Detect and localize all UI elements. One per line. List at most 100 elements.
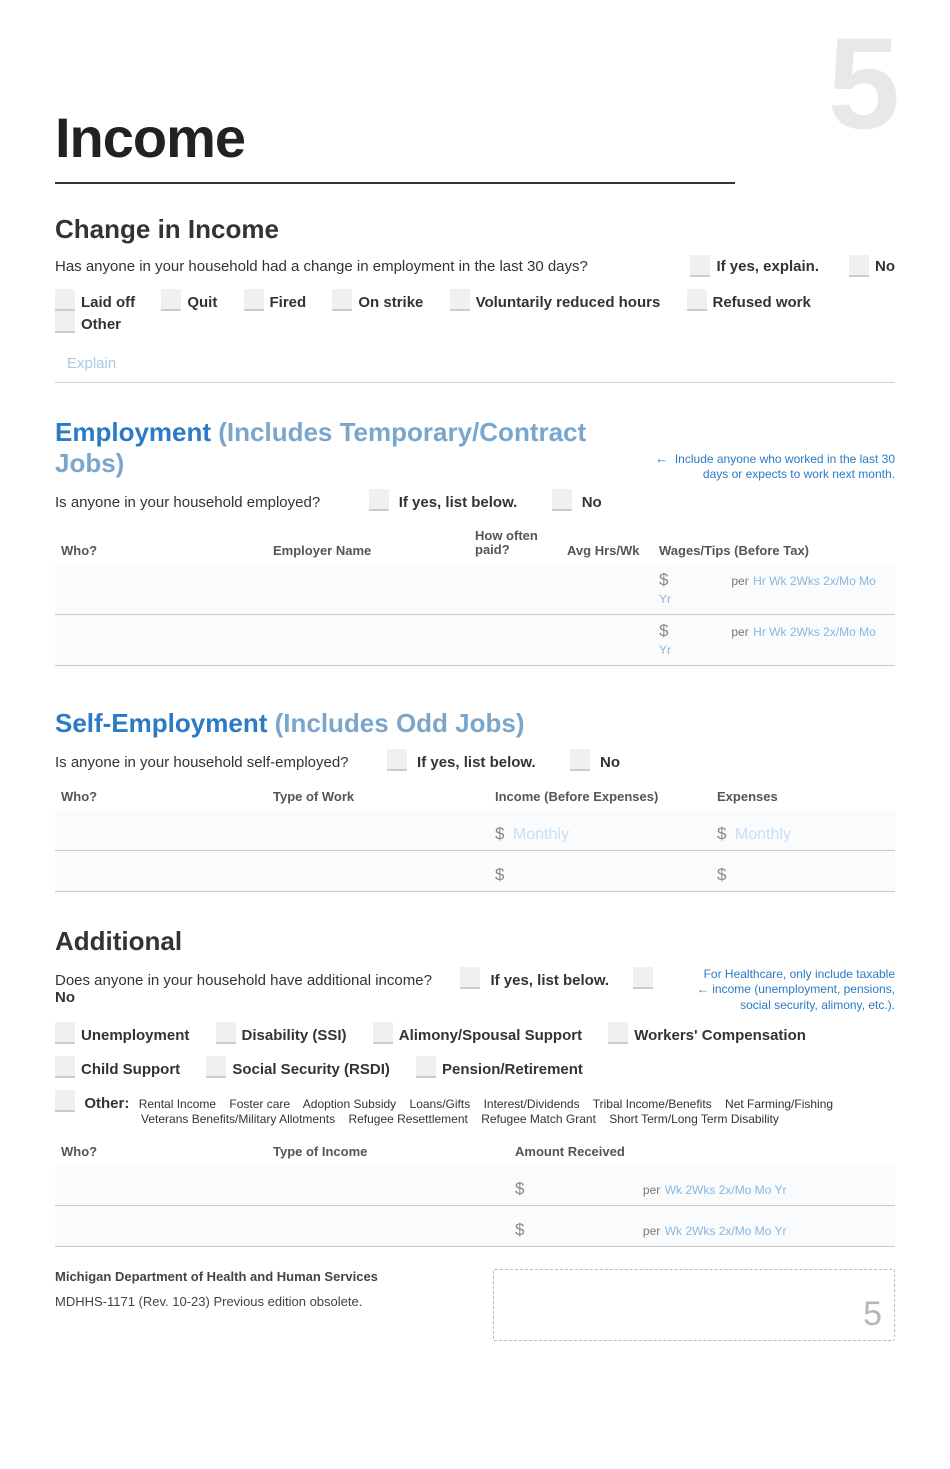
ad-col-type: Type of Income [267,1138,509,1165]
opt-laidoff-checkbox[interactable] [55,289,75,311]
add-alimony-checkbox[interactable] [373,1022,393,1044]
opt-quit-label: Quit [187,294,217,311]
ad-row2-who[interactable] [55,1205,267,1246]
add-rsdi-checkbox[interactable] [206,1056,226,1078]
se-row1-type[interactable] [267,810,489,851]
add-other-checkbox[interactable] [55,1090,75,1112]
opt-onstrike-label: On strike [358,294,423,311]
add-pension-label: Pension/Retirement [442,1061,583,1078]
se-col-income: Income (Before Expenses) [489,783,711,810]
emp-row2-employer[interactable] [267,614,469,665]
other-line2: Veterans Benefits/Military Allotments Re… [141,1112,789,1126]
employment-table: Who? Employer Name How oftenpaid? Avg Hr… [55,523,895,666]
selfemp-no-checkbox[interactable] [570,749,590,771]
title-rule [55,182,735,184]
ad-row1-type[interactable] [267,1165,509,1206]
se-col-type: Type of Work [267,783,489,810]
section-change-heading: Change in Income [55,214,895,245]
selfemp-ifyes-checkbox[interactable] [387,749,407,771]
emp-row2-avg[interactable] [561,614,653,665]
selfemp-ifyes-label: If yes, list below. [417,754,536,771]
add-unemployment-label: Unemployment [81,1027,189,1044]
section-selfemp-heading: Self-Employment (Includes Odd Jobs) [55,708,895,739]
employment-hint: ← Include anyone who worked in the last … [655,451,895,483]
employment-no-label: No [582,494,602,511]
emp-row1-who[interactable] [55,564,267,615]
add-childsupport-checkbox[interactable] [55,1056,75,1078]
opt-vrh-checkbox[interactable] [450,289,470,311]
employment-ifyes-checkbox[interactable] [369,489,389,511]
change-ifyes-label: If yes, explain. [716,258,819,275]
opt-laidoff-label: Laid off [81,294,135,311]
employment-ifyes-label: If yes, list below. [399,494,518,511]
opt-fired-checkbox[interactable] [244,289,264,311]
section-employment-heading: Employment (Includes Temporary/Contract … [55,417,655,479]
employment-no-checkbox[interactable] [552,489,572,511]
change-ifyes-checkbox[interactable] [690,255,710,277]
change-no-checkbox[interactable] [849,255,869,277]
col-avghrs: Avg Hrs/Wk [561,523,653,564]
add-ssi-label: Disability (SSI) [242,1027,347,1044]
change-no-label: No [875,258,895,275]
opt-quit-checkbox[interactable] [161,289,181,311]
change-question: Has anyone in your household had a chang… [55,258,690,275]
opt-other-checkbox[interactable] [55,311,75,333]
add-childsupport-label: Child Support [81,1061,180,1078]
se-row2-who[interactable] [55,850,267,891]
opt-refused-label: Refused work [713,294,811,311]
employment-question: Is anyone in your household employed? [55,494,320,511]
other-line1: Rental Income Foster care Adoption Subsi… [139,1097,843,1111]
emp-row1-howoften[interactable] [469,564,561,615]
selfemp-no-label: No [600,754,620,771]
se-row2-income[interactable]: $ [489,850,711,891]
additional-ifyes-label: If yes, list below. [490,972,609,989]
background-page-number: 5 [828,18,900,148]
add-ssi-checkbox[interactable] [216,1022,236,1044]
add-other-label: Other: [84,1095,129,1112]
opt-refused-checkbox[interactable] [687,289,707,311]
footer-rev: MDHHS-1171 (Rev. 10-23) Previous edition… [55,1294,493,1309]
additional-hint: For Healthcare, only include taxable ← i… [665,967,895,1014]
emp-row1-wages[interactable]: $ per Hr Wk 2Wks 2x/Mo Mo Yr [653,564,895,615]
emp-row2-who[interactable] [55,614,267,665]
opt-vrh-label: Voluntarily reduced hours [476,294,661,311]
se-row1-income[interactable]: $ Monthly [489,810,711,851]
col-wages: Wages/Tips (Before Tax) [653,523,895,564]
additional-ifyes-checkbox[interactable] [460,967,480,989]
emp-row2-wages[interactable]: $ per Hr Wk 2Wks 2x/Mo Mo Yr [653,614,895,665]
se-row2-expenses[interactable]: $ [711,850,895,891]
page-title: Income [55,105,895,170]
ad-row2-type[interactable] [267,1205,509,1246]
col-employer: Employer Name [267,523,469,564]
ad-row2-amount[interactable]: $ per Wk 2Wks 2x/Mo Mo Yr [509,1205,895,1246]
emp-row1-avg[interactable] [561,564,653,615]
footer-dept: Michigan Department of Health and Human … [55,1269,493,1284]
add-workers-checkbox[interactable] [608,1022,628,1044]
add-unemployment-checkbox[interactable] [55,1022,75,1044]
add-alimony-label: Alimony/Spousal Support [399,1027,582,1044]
se-col-expenses: Expenses [711,783,895,810]
footer-pagebox: 5 [493,1269,895,1341]
ad-col-who: Who? [55,1138,267,1165]
add-workers-label: Workers' Compensation [634,1027,806,1044]
opt-onstrike-checkbox[interactable] [332,289,352,311]
se-col-who: Who? [55,783,267,810]
additional-table: Who? Type of Income Amount Received $ pe… [55,1138,895,1247]
ad-row1-who[interactable] [55,1165,267,1206]
additional-no-label: No [55,989,75,1006]
se-row2-type[interactable] [267,850,489,891]
se-row1-expenses[interactable]: $ Monthly [711,810,895,851]
se-row1-who[interactable] [55,810,267,851]
add-rsdi-label: Social Security (RSDI) [232,1061,390,1078]
arrow-left-icon: ← [655,451,668,466]
ad-row1-amount[interactable]: $ per Wk 2Wks 2x/Mo Mo Yr [509,1165,895,1206]
additional-no-checkbox[interactable] [633,967,653,989]
ad-col-amount: Amount Received [509,1138,895,1165]
emp-row1-employer[interactable] [267,564,469,615]
section-additional-heading: Additional [55,926,895,957]
footer-page-number: 5 [863,1295,882,1334]
add-pension-checkbox[interactable] [416,1056,436,1078]
col-howoften: How oftenpaid? [469,523,561,564]
emp-row2-howoften[interactable] [469,614,561,665]
explain-input[interactable]: Explain [55,345,895,383]
